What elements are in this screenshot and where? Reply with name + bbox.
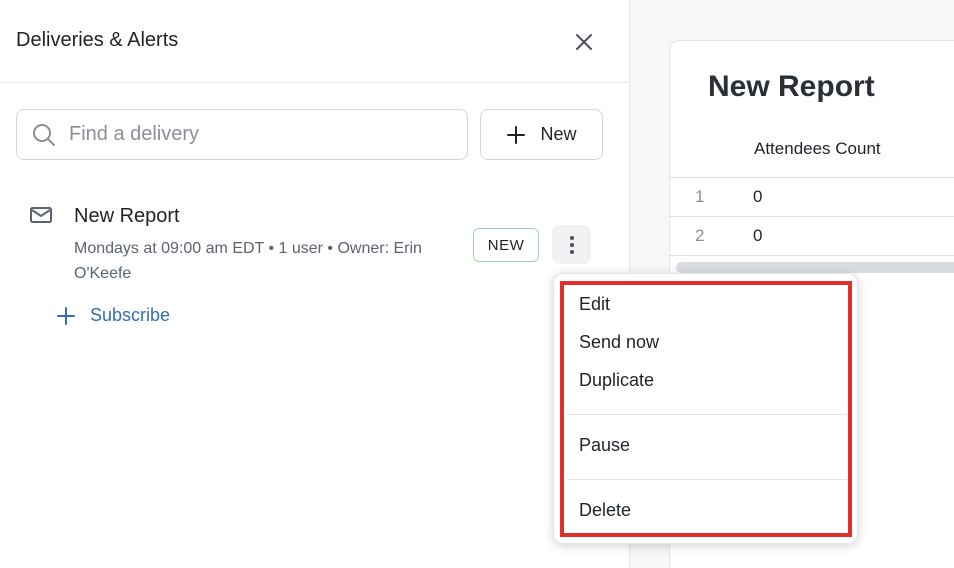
search-icon bbox=[31, 122, 57, 148]
subscribe-link[interactable]: Subscribe bbox=[56, 305, 170, 326]
close-icon bbox=[576, 34, 592, 50]
menu-divider bbox=[567, 479, 847, 480]
table-row-divider bbox=[669, 255, 954, 256]
mail-icon bbox=[29, 205, 53, 230]
table-cell[interactable]: 0 bbox=[753, 226, 762, 246]
table-row-divider bbox=[669, 216, 954, 217]
panel-title: Deliveries & Alerts bbox=[16, 29, 179, 51]
app-root: New Report Attendees Count 1 0 2 0 Deliv… bbox=[0, 0, 954, 568]
delivery-item[interactable]: New Report Mondays at 09:00 am EDT • 1 u… bbox=[0, 195, 629, 295]
search-input[interactable] bbox=[69, 123, 429, 146]
horizontal-scrollbar[interactable] bbox=[676, 262, 954, 273]
menu-item-delete[interactable]: Delete bbox=[579, 500, 631, 521]
status-badge: NEW bbox=[473, 228, 539, 262]
new-delivery-button[interactable]: New bbox=[480, 109, 603, 160]
panel-header: Deliveries & Alerts bbox=[0, 0, 629, 83]
search-field[interactable] bbox=[16, 109, 468, 160]
row-number: 2 bbox=[695, 226, 705, 245]
menu-divider bbox=[567, 414, 847, 415]
delivery-name[interactable]: New Report bbox=[74, 205, 180, 228]
plus-icon bbox=[507, 125, 526, 144]
close-button[interactable] bbox=[570, 28, 598, 56]
kebab-icon bbox=[569, 235, 574, 254]
menu-item-edit[interactable]: Edit bbox=[579, 294, 610, 315]
plus-icon bbox=[57, 306, 75, 325]
table-cell[interactable]: 0 bbox=[753, 187, 762, 207]
subscribe-label: Subscribe bbox=[90, 305, 171, 325]
menu-item-duplicate[interactable]: Duplicate bbox=[579, 370, 654, 391]
menu-item-pause[interactable]: Pause bbox=[579, 435, 630, 456]
new-button-label: New bbox=[540, 124, 577, 144]
menu-item-send-now[interactable]: Send now bbox=[579, 332, 659, 353]
deliveries-panel: Deliveries & Alerts New bbox=[0, 0, 630, 568]
table-header-divider bbox=[669, 177, 954, 178]
delivery-meta: Mondays at 09:00 am EDT • 1 user • Owner… bbox=[74, 240, 422, 282]
row-number: 1 bbox=[695, 187, 705, 206]
report-title: New Report bbox=[708, 70, 875, 103]
column-header-attendees-count[interactable]: Attendees Count bbox=[754, 139, 881, 159]
more-options-button[interactable] bbox=[552, 225, 591, 264]
